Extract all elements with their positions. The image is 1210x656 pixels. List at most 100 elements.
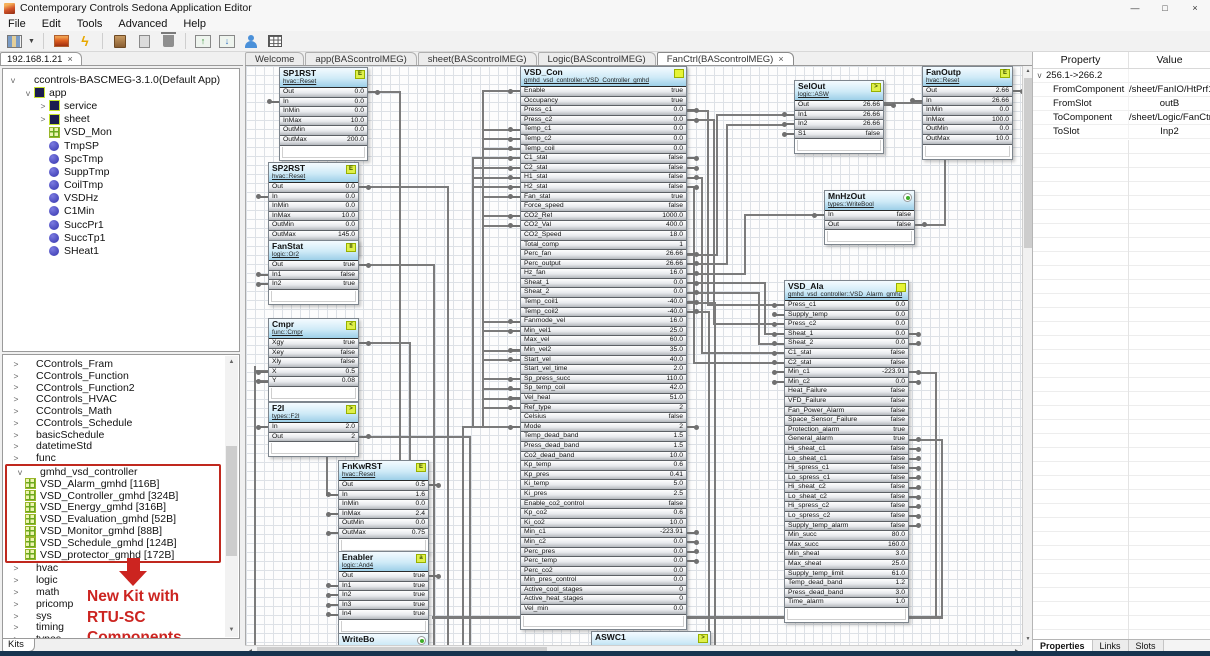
slot-row[interactable]: CO2_Speed18.0 [521,231,686,241]
slot-row[interactable]: Hz_fan16.0 [521,269,686,279]
slot-row[interactable]: Min_pres_control0.0 [521,576,686,586]
output-pin-icon[interactable] [909,333,918,335]
property-row[interactable]: v 256.1->266.2 [1033,69,1210,83]
slot-row[interactable]: Active_heat_stages0 [521,595,686,605]
slot-row[interactable]: Min_c1-223.91 [785,368,908,378]
slot-row[interactable]: Temp_c20.0 [521,135,686,145]
slot-row[interactable]: Out0.0 [269,183,358,193]
slot-row[interactable]: Perc_co20.0 [521,567,686,577]
chevron-icon[interactable]: > [3,622,29,632]
output-pin-icon[interactable] [687,560,696,562]
kit-item[interactable]: VSD_protector_gmhd [172B] [7,549,219,561]
image-button[interactable] [51,32,71,50]
input-pin-icon[interactable] [259,196,268,198]
slot-row[interactable]: OutMax0.75 [339,529,428,539]
slot-row[interactable]: Ki_pres2.5 [521,490,686,500]
slot-row[interactable]: Out2.66 [923,87,1012,97]
slot-row[interactable]: Start_vel_time2.0 [521,365,686,375]
tree-item[interactable]: SuppTmp [3,165,239,178]
tree-item[interactable]: v ccontrols-BASCMEG-3.1.0(Default App) [3,73,239,86]
chevron-icon[interactable]: v [22,88,34,98]
input-pin-icon[interactable] [511,321,520,323]
tree-item[interactable]: CoilTmp [3,179,239,192]
block-header[interactable]: FnKwRSThvac::ResetE [339,461,428,481]
slot-row[interactable]: Outfalse [825,221,914,231]
slot-row[interactable]: In2true [339,591,428,601]
input-pin-icon[interactable] [511,397,520,399]
chevron-icon[interactable]: > [3,382,29,392]
block-header[interactable]: SP2RSThvac::ResetE [269,163,358,183]
kit-item[interactable]: > logic [3,574,227,586]
slot-row[interactable]: C1_statfalse [785,349,908,359]
output-pin-icon[interactable] [687,186,696,188]
slot-row[interactable]: X0.5 [269,368,358,378]
slot-row[interactable]: Sheat_10.0 [521,279,686,289]
slot-row[interactable]: Max_vel60.0 [521,336,686,346]
input-pin-icon[interactable] [511,186,520,188]
slot-row[interactable]: Celsiusfalse [521,413,686,423]
chevron-icon[interactable]: > [3,575,29,585]
kit-item[interactable]: > func [3,452,227,464]
slot-row[interactable]: InMin0.0 [923,106,1012,116]
block-header[interactable]: FanStatlogic::Or2II [269,241,358,261]
chevron-icon[interactable]: > [3,441,29,451]
tree-item[interactable]: v app [3,86,239,99]
slot-row[interactable]: Temp_coil2-40.0 [521,308,686,318]
slot-row[interactable]: Min_vel235.0 [521,346,686,356]
tree-item[interactable]: SuccTp1 [3,231,239,244]
slot-row[interactable]: Vel_min0.0 [521,605,686,615]
input-pin-icon[interactable] [913,100,922,102]
output-pin-icon[interactable] [687,292,696,294]
input-pin-icon[interactable] [511,388,520,390]
output-pin-icon[interactable] [909,487,918,489]
slot-row[interactable]: Total_comp1 [521,241,686,251]
block-fnkwrst[interactable]: FnKwRSThvac::ResetEOut0.5In1.6InMin0.0In… [338,460,429,554]
output-pin-icon[interactable] [687,253,696,255]
input-pin-icon[interactable] [511,167,520,169]
chevron-icon[interactable]: > [37,114,49,124]
slot-row[interactable]: OutMin0.0 [280,126,367,136]
document-tab[interactable]: app(BAScontrolMEG) [305,52,416,65]
input-pin-icon[interactable] [511,138,520,140]
document-tab[interactable]: sheet(BAScontrolMEG) [418,52,537,65]
kits-scrollbar[interactable]: ▲ ▼ [225,356,238,637]
output-pin-icon[interactable] [909,439,918,441]
input-pin-icon[interactable] [259,274,268,276]
chevron-icon[interactable]: v [7,467,33,477]
slot-row[interactable]: H2_statfalse [521,183,686,193]
slot-row[interactable]: Sheat_20.0 [521,288,686,298]
input-pin-icon[interactable] [259,371,268,373]
chevron-icon[interactable] [1033,97,1046,110]
menu-item[interactable]: Help [175,18,214,30]
slot-row[interactable]: C2_statfalse [521,164,686,174]
output-pin-icon[interactable] [359,264,368,266]
tree-item[interactable]: SpcTmp [3,152,239,165]
input-pin-icon[interactable] [259,283,268,285]
kit-item[interactable]: VSD_Schedule_gmhd [124B] [7,537,219,549]
slot-row[interactable]: OutMax10.0 [923,135,1012,145]
slot-row[interactable]: Ki_temp5.0 [521,480,686,490]
chevron-icon[interactable] [1033,83,1046,96]
slot-row[interactable]: Vel_heat51.0 [521,394,686,404]
input-pin-icon[interactable] [329,614,338,616]
view-panels-button[interactable] [4,32,24,50]
copy-button[interactable] [110,32,130,50]
chevron-icon[interactable]: > [3,359,29,369]
slot-row[interactable]: Ref_type2 [521,404,686,414]
chevron-icon[interactable]: v [1033,69,1046,82]
input-pin-icon[interactable] [815,214,824,216]
property-row[interactable]: FromSlot outB [1033,97,1210,111]
menu-item[interactable]: Edit [34,18,69,30]
output-pin-icon[interactable] [687,157,696,159]
slot-row[interactable]: Press_c20.0 [785,320,908,330]
slot-row[interactable]: InMax2.4 [339,510,428,520]
slot-row[interactable]: Min_c1-223.91 [521,528,686,538]
output-pin-icon[interactable] [909,506,918,508]
chevron-icon[interactable]: > [3,371,29,381]
kit-item[interactable]: > CControls_Math [3,405,227,417]
slot-row[interactable]: Max_sheat25.0 [785,560,908,570]
output-pin-icon[interactable] [909,458,918,460]
tree-item[interactable]: VSD_Mon [3,126,239,139]
input-pin-icon[interactable] [511,225,520,227]
slot-row[interactable]: Supply_temp_limit61.0 [785,570,908,580]
